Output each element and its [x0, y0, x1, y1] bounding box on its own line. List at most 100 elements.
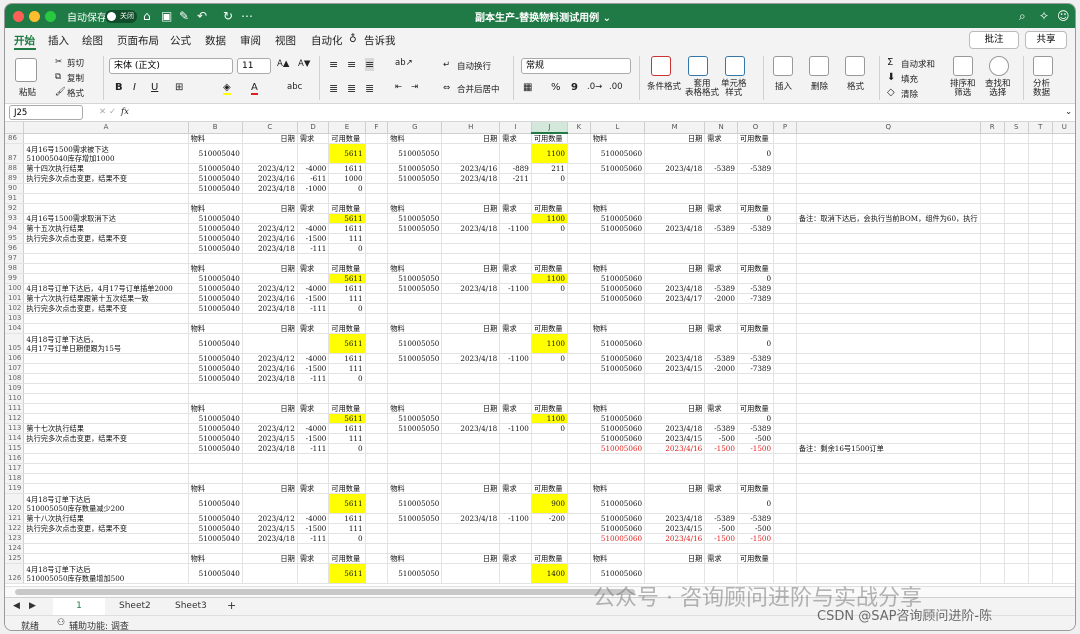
cell[interactable] [773, 303, 797, 314]
cell[interactable] [1052, 193, 1075, 204]
cell[interactable] [188, 393, 243, 404]
cell[interactable] [704, 373, 738, 384]
cell[interactable] [23, 383, 189, 394]
column-header-P[interactable]: P [773, 122, 797, 134]
cell[interactable] [704, 143, 738, 164]
close-window-button[interactable] [13, 11, 24, 22]
cell[interactable] [23, 193, 189, 204]
cell[interactable] [1052, 143, 1075, 164]
cell[interactable] [1052, 263, 1075, 274]
cell[interactable] [704, 303, 738, 314]
cell[interactable] [499, 313, 532, 324]
select-all-corner[interactable] [5, 122, 25, 134]
cell[interactable]: 需求 [297, 323, 330, 334]
cell[interactable] [531, 313, 569, 324]
cell[interactable]: 1611 [328, 423, 366, 434]
merge-center-button[interactable]: 合并后居中 [457, 83, 500, 95]
cell[interactable] [441, 143, 501, 164]
cell[interactable] [773, 373, 797, 384]
tab-draw[interactable]: 绘图 [82, 33, 103, 48]
cell[interactable] [387, 253, 443, 264]
column-header-L[interactable]: L [590, 122, 646, 134]
cell[interactable]: 510005040 [188, 423, 243, 434]
cell[interactable] [441, 303, 501, 314]
cell[interactable]: 1100 [531, 273, 569, 284]
more-icon[interactable]: ⋯ [241, 8, 253, 24]
name-box[interactable]: J25 [9, 105, 83, 120]
cell[interactable] [242, 253, 298, 264]
cell[interactable] [1004, 333, 1029, 354]
cell[interactable]: 2023/4/15 [644, 363, 706, 374]
cell[interactable]: 需求 [499, 483, 532, 494]
sparkle-icon[interactable]: ✧ [1039, 8, 1049, 24]
cell[interactable] [441, 333, 501, 354]
cell[interactable] [499, 443, 532, 454]
row-header[interactable]: 121 [5, 513, 25, 524]
cell[interactable] [796, 193, 981, 204]
row-header[interactable]: 105 [5, 333, 25, 354]
cell[interactable]: 111 [328, 523, 366, 534]
cell[interactable] [567, 493, 591, 514]
row-header[interactable]: 116 [5, 453, 25, 464]
cell[interactable] [567, 333, 591, 354]
cell[interactable]: -5389 [737, 223, 775, 234]
cell[interactable] [441, 533, 501, 544]
cell[interactable]: 可用数量 [531, 263, 569, 274]
cell[interactable]: -5389 [704, 353, 738, 364]
decimal-decrease-icon[interactable]: .00 [609, 82, 623, 92]
cell[interactable] [773, 363, 797, 374]
cell[interactable]: 510005060 [590, 513, 646, 524]
shrink-font-icon[interactable]: A▼ [298, 59, 310, 69]
cell[interactable]: -211 [499, 173, 532, 184]
cell[interactable] [1028, 523, 1053, 534]
cell[interactable] [297, 563, 330, 584]
cell[interactable]: 510005060 [590, 433, 646, 444]
cell[interactable]: 2023/4/18 [644, 223, 706, 234]
cell[interactable] [1028, 203, 1053, 214]
fill-color-icon[interactable]: ◈ [223, 82, 231, 95]
cell[interactable] [1028, 493, 1053, 514]
cell[interactable]: 日期 [242, 483, 298, 494]
cell[interactable] [297, 253, 330, 264]
cell-table[interactable]: ABCDEFGHIJKLMNOPQRSTU 86 物料 日期 需求 可用数量 物料 日期 需求… [5, 122, 1075, 584]
cell[interactable]: 2023/4/18 [242, 533, 298, 544]
cell[interactable]: 510005060 [590, 273, 646, 284]
tab-formulas[interactable]: 公式 [170, 33, 191, 48]
cell[interactable] [773, 473, 797, 484]
minimize-window-button[interactable] [29, 11, 40, 22]
cell[interactable] [773, 203, 797, 214]
cell[interactable] [590, 243, 646, 254]
cell[interactable] [796, 483, 981, 494]
cell[interactable] [365, 533, 389, 544]
zoom-window-button[interactable] [45, 11, 56, 22]
cell[interactable] [1052, 293, 1075, 304]
cell[interactable]: -1500 [704, 443, 738, 454]
cell[interactable] [1028, 453, 1053, 464]
cell[interactable]: 2023/4/12 [242, 513, 298, 524]
cell[interactable] [773, 433, 797, 444]
cell[interactable] [567, 363, 591, 374]
cell[interactable]: 1100 [531, 213, 569, 224]
column-header-K[interactable]: K [567, 122, 591, 134]
cell[interactable]: 1100 [531, 413, 569, 424]
cell[interactable]: 1611 [328, 163, 366, 174]
cell[interactable] [387, 183, 443, 194]
cell[interactable] [773, 513, 797, 524]
cell[interactable] [567, 403, 591, 414]
cell[interactable]: 510005060 [590, 353, 646, 364]
cell[interactable] [365, 223, 389, 234]
cell[interactable] [328, 473, 366, 484]
cell[interactable]: 0 [328, 243, 366, 254]
cell[interactable] [590, 183, 646, 194]
cell[interactable] [773, 483, 797, 494]
cell[interactable]: -4000 [297, 513, 330, 524]
cell[interactable] [365, 333, 389, 354]
cell[interactable] [644, 173, 706, 184]
cell[interactable]: 日期 [242, 403, 298, 414]
cut-button[interactable]: 剪切 [67, 57, 84, 69]
cell[interactable] [365, 413, 389, 424]
cell[interactable] [1004, 533, 1029, 544]
tab-tell-me[interactable]: 告诉我 [364, 33, 396, 48]
cell[interactable]: 2023/4/16 [644, 533, 706, 544]
cell[interactable]: -1100 [499, 513, 532, 524]
